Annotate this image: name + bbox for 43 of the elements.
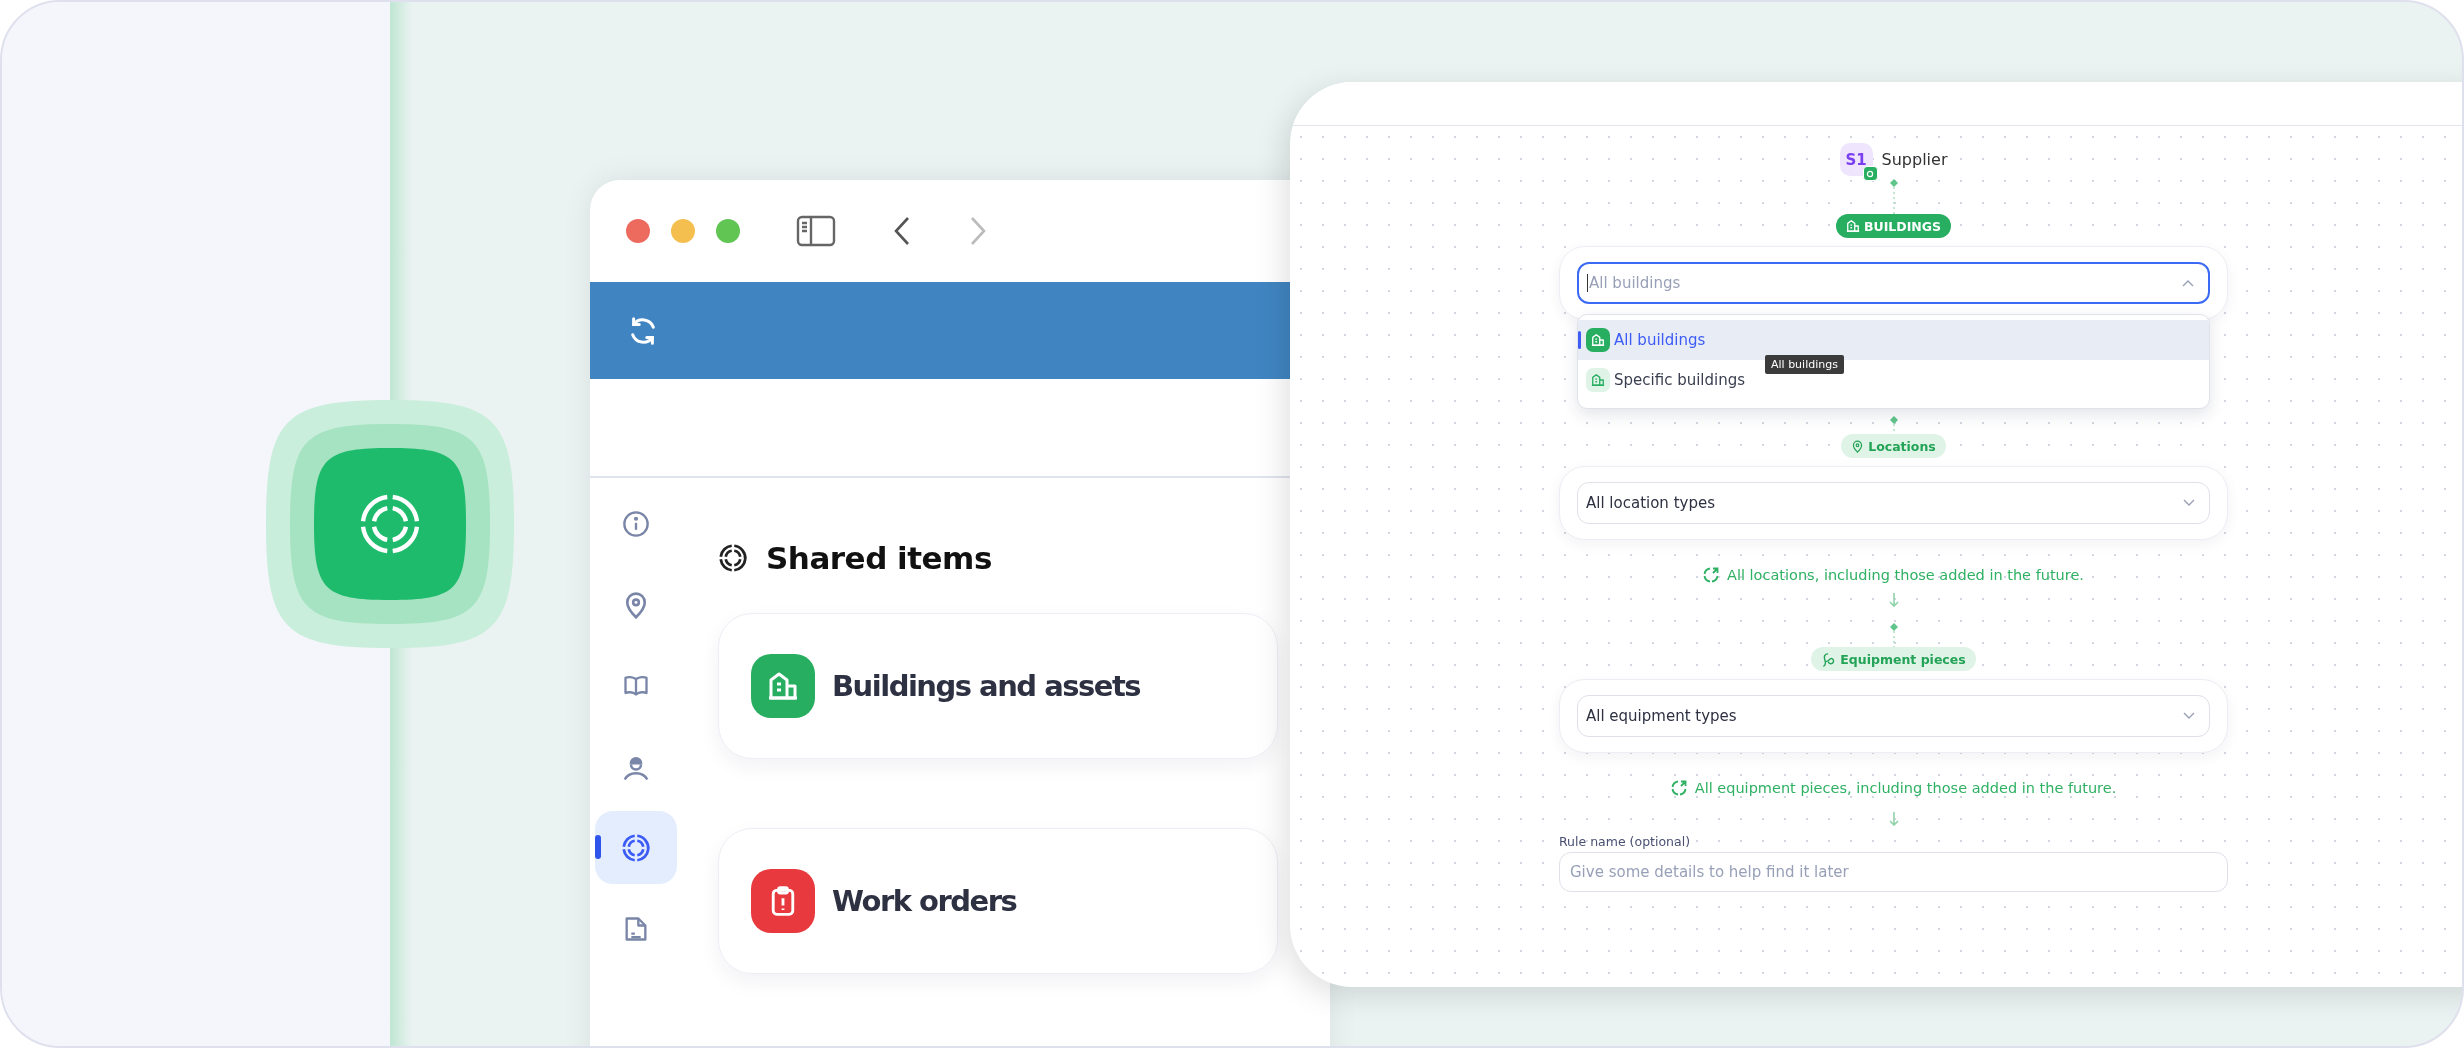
building-icon [767, 670, 799, 702]
scope-note: All locations, including those added in the future. [1727, 567, 2084, 583]
card-title: Buildings and assets [832, 669, 1141, 703]
location-pin-icon [1851, 439, 1865, 453]
chevron-up-icon [2182, 279, 2194, 287]
back-icon[interactable] [892, 216, 912, 246]
sidebar-item[interactable] [595, 811, 677, 884]
tooltip: All buildings [1765, 355, 1844, 374]
category-card[interactable]: Work orders [718, 828, 1278, 974]
dropdown-option[interactable]: All buildings [1578, 320, 2209, 360]
page-heading: Shared items [766, 540, 992, 576]
document-icon [623, 914, 649, 943]
shared-items-icon [718, 543, 748, 573]
scope-note: All equipment pieces, including those added in the future. [1694, 780, 2117, 796]
building-icon [1591, 333, 1605, 347]
rule-name-field[interactable]: Give some details to help find it later [1559, 852, 2228, 892]
shared-items-icon [621, 832, 651, 863]
forward-icon[interactable] [968, 216, 988, 246]
close-button[interactable] [626, 219, 650, 243]
category-pill: Locations [1841, 434, 1946, 458]
cycle-icon [1703, 567, 1719, 583]
sidebar-toggle-icon[interactable] [796, 215, 836, 247]
connector-line [1886, 593, 1901, 647]
source-name: Supplier [1881, 150, 1948, 169]
card-title: Work orders [832, 884, 1017, 918]
select-field[interactable]: All equipment types [1577, 695, 2210, 737]
cycle-icon [1670, 780, 1687, 796]
category-pill: Equipment pieces [1811, 647, 1976, 671]
refresh-icon[interactable] [628, 315, 658, 346]
maximize-button[interactable] [716, 219, 740, 243]
select-field[interactable]: All location types [1577, 482, 2210, 524]
building-icon [1591, 373, 1605, 387]
category-card[interactable]: Buildings and assets [718, 613, 1278, 759]
chevron-down-icon [2183, 712, 2195, 720]
building-icon [1845, 219, 1860, 233]
minimize-button[interactable] [671, 219, 695, 243]
category-pill: BUILDINGS [1835, 214, 1951, 238]
connector-line [1886, 812, 1901, 826]
app-icon [266, 400, 514, 648]
badge-icon [1862, 166, 1878, 181]
info-icon [622, 509, 650, 538]
field-label: Rule name (optional) [1559, 834, 1691, 849]
chevron-down-icon [2183, 499, 2195, 507]
